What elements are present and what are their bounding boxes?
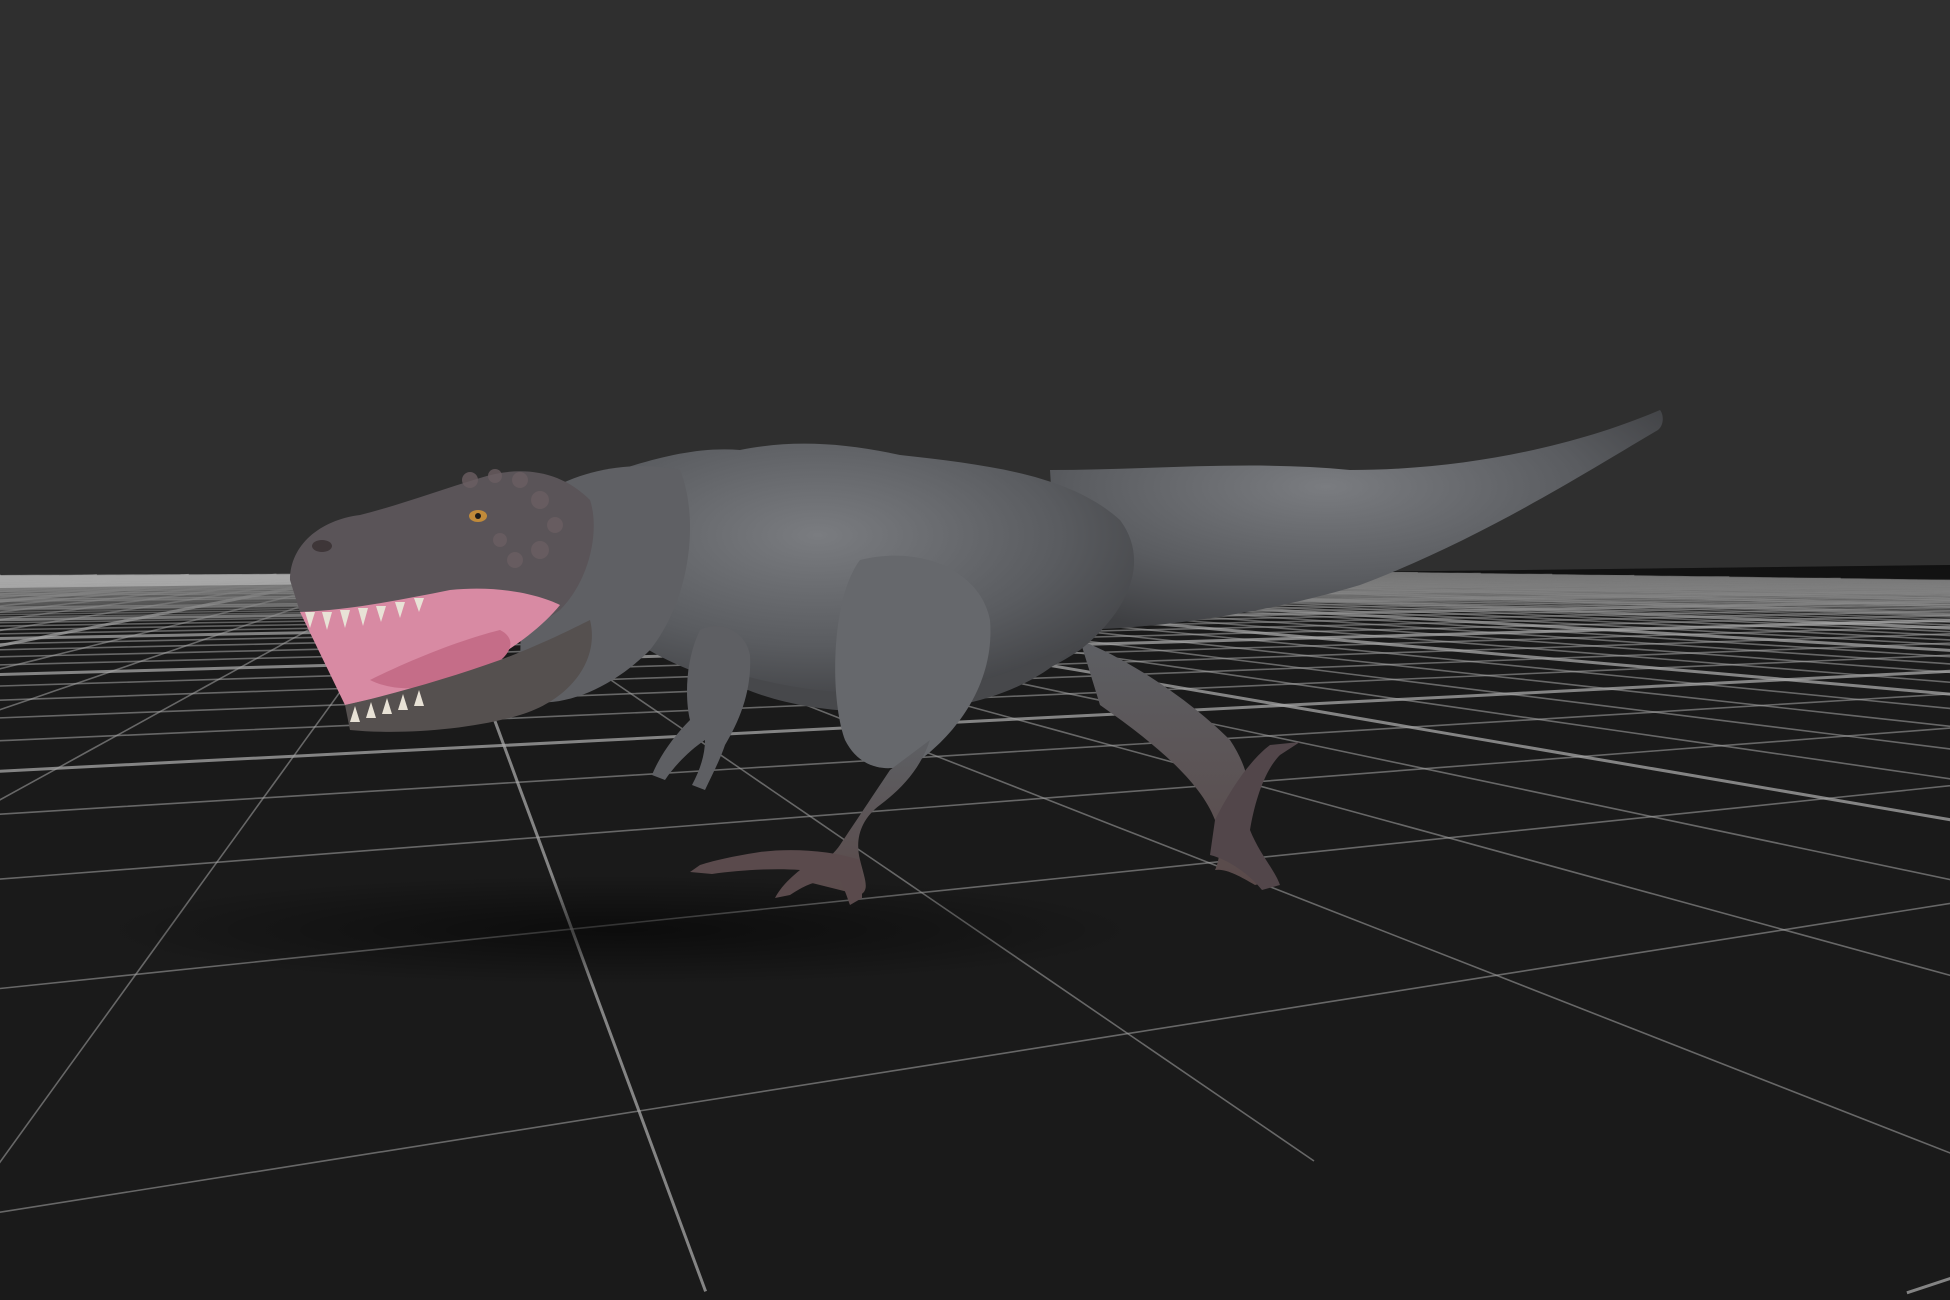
model-shadow	[100, 875, 1140, 985]
viewport-scene[interactable]	[0, 0, 1950, 1300]
3d-viewport[interactable]	[0, 0, 1950, 1300]
nostril	[312, 540, 332, 552]
pupil	[475, 513, 481, 519]
